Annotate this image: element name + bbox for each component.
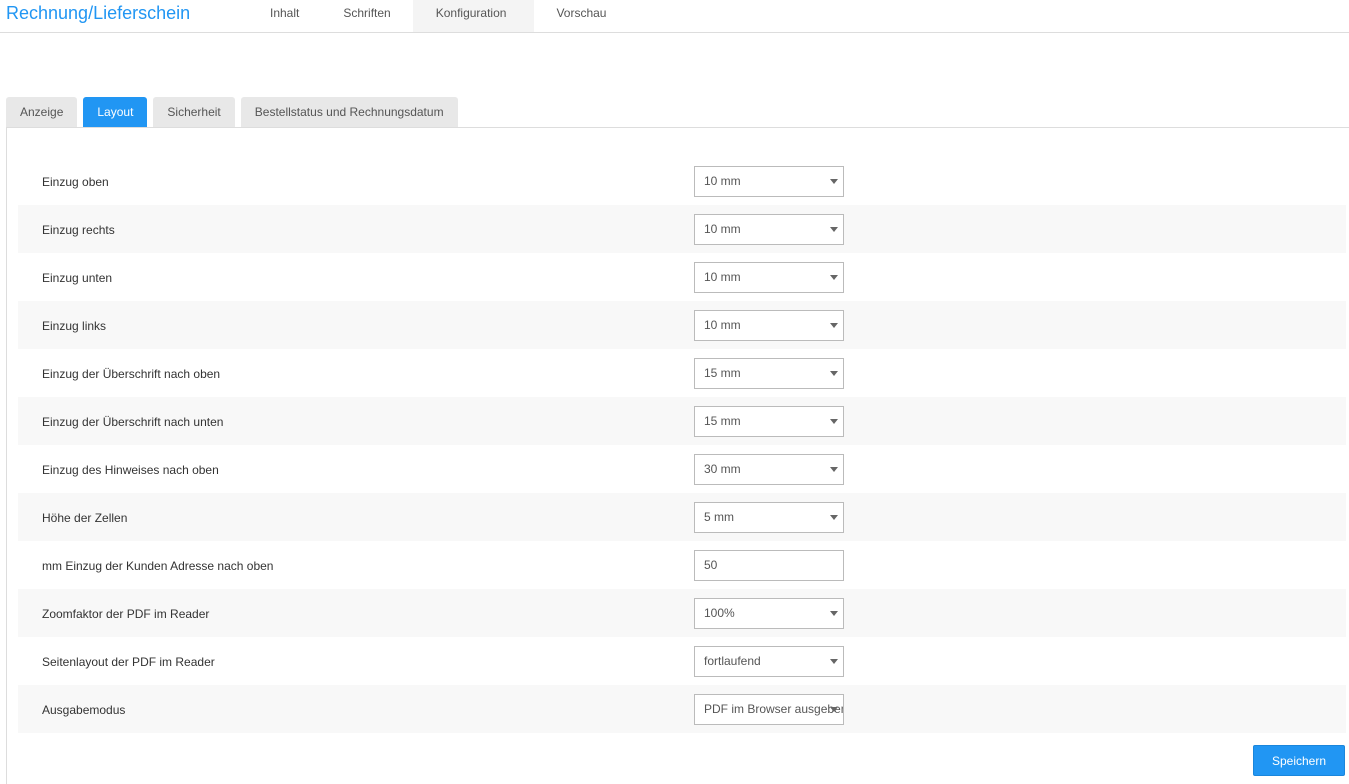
chevron-down-icon: [830, 659, 838, 664]
chevron-down-icon: [830, 515, 838, 520]
setting-label: Einzug rechts: [42, 223, 115, 237]
setting-value: 10 mm: [704, 270, 741, 284]
setting-row: Einzug der Überschrift nach oben 15 mm: [18, 349, 1346, 397]
setting-value: 30 mm: [704, 462, 741, 476]
setting-value: PDF im Browser ausgeben: [704, 702, 844, 716]
setting-label: Ausgabemodus: [42, 703, 126, 717]
page-title: Rechnung/Lieferschein: [6, 3, 191, 23]
tab-anzeige[interactable]: Anzeige: [6, 97, 78, 128]
setting-label: mm Einzug der Kunden Adresse nach oben: [42, 559, 274, 573]
layout-panel: Einzug oben 10 mm Einzug rechts 10 mm Einzug…: [6, 127, 1349, 784]
setting-select[interactable]: 30 mm: [694, 454, 844, 485]
setting-row: Einzug unten 10 mm: [18, 253, 1346, 301]
tab-layout[interactable]: Layout: [83, 97, 148, 128]
nav-schriften[interactable]: Schriften: [321, 0, 412, 32]
chevron-down-icon: [830, 323, 838, 328]
setting-row: Einzug des Hinweises nach oben 30 mm: [18, 445, 1346, 493]
setting-label: Einzug der Überschrift nach oben: [42, 367, 221, 381]
setting-row: mm Einzug der Kunden Adresse nach oben 50: [18, 541, 1346, 589]
setting-label: Seitenlayout der PDF im Reader: [42, 655, 215, 669]
setting-value: 5 mm: [704, 510, 734, 524]
setting-value: 10 mm: [704, 174, 741, 188]
chevron-down-icon: [830, 467, 838, 472]
setting-select[interactable]: 10 mm: [694, 310, 844, 341]
setting-row: Zoomfaktor der PDF im Reader 100%: [18, 589, 1346, 637]
setting-row: Einzug oben 10 mm: [18, 157, 1346, 205]
chevron-down-icon: [830, 707, 838, 712]
setting-select[interactable]: 10 mm: [694, 262, 844, 293]
setting-row: Höhe der Zellen 5 mm: [18, 493, 1346, 541]
setting-row: Einzug der Überschrift nach unten 15 mm: [18, 397, 1346, 445]
setting-value: 15 mm: [704, 366, 741, 380]
setting-row: Ausgabemodus PDF im Browser ausgeben: [18, 685, 1346, 733]
setting-value: 100%: [704, 606, 735, 620]
chevron-down-icon: [830, 227, 838, 232]
setting-value: 50: [704, 558, 718, 572]
setting-value: 10 mm: [704, 222, 741, 236]
setting-select[interactable]: fortlaufend: [694, 646, 844, 677]
setting-select[interactable]: 10 mm: [694, 214, 844, 245]
setting-select[interactable]: 100%: [694, 598, 844, 629]
setting-select[interactable]: 15 mm: [694, 406, 844, 437]
tab-bar: Anzeige Layout Sicherheit Bestellstatus …: [6, 97, 458, 128]
setting-label: Einzug unten: [42, 271, 113, 285]
setting-label: Einzug links: [42, 319, 107, 333]
chevron-down-icon: [830, 611, 838, 616]
header: Rechnung/Lieferschein Inhalt Schriften K…: [0, 0, 1349, 33]
tab-sicherheit[interactable]: Sicherheit: [153, 97, 235, 128]
setting-label: Einzug oben: [42, 175, 109, 189]
setting-row: Seitenlayout der PDF im Reader fortlaufen…: [18, 637, 1346, 685]
setting-select[interactable]: 10 mm: [694, 166, 844, 197]
chevron-down-icon: [830, 179, 838, 184]
save-button[interactable]: Speichern: [1253, 745, 1345, 776]
setting-value: fortlaufend: [704, 654, 761, 668]
setting-select[interactable]: 15 mm: [694, 358, 844, 389]
setting-value: 15 mm: [704, 414, 741, 428]
setting-label: Einzug des Hinweises nach oben: [42, 463, 219, 477]
chevron-down-icon: [830, 419, 838, 424]
settings-list: Einzug oben 10 mm Einzug rechts 10 mm Einzug…: [18, 157, 1346, 733]
chevron-down-icon: [830, 275, 838, 280]
setting-row: Einzug links 10 mm: [18, 301, 1346, 349]
tab-bestellstatus[interactable]: Bestellstatus und Rechnungsdatum: [240, 97, 458, 128]
nav-konfiguration[interactable]: Konfiguration: [412, 0, 535, 32]
setting-select[interactable]: PDF im Browser ausgeben: [694, 694, 844, 725]
top-nav: Inhalt Schriften Konfiguration Vorschau: [248, 0, 628, 32]
chevron-down-icon: [830, 371, 838, 376]
setting-row: Einzug rechts 10 mm: [18, 205, 1346, 253]
setting-select[interactable]: 5 mm: [694, 502, 844, 533]
setting-label: Einzug der Überschrift nach unten: [42, 415, 224, 429]
setting-label: Höhe der Zellen: [42, 511, 128, 525]
setting-value: 10 mm: [704, 318, 741, 332]
setting-input[interactable]: 50: [694, 550, 844, 581]
nav-vorschau[interactable]: Vorschau: [534, 0, 628, 32]
setting-label: Zoomfaktor der PDF im Reader: [42, 607, 210, 621]
nav-inhalt[interactable]: Inhalt: [248, 0, 321, 32]
